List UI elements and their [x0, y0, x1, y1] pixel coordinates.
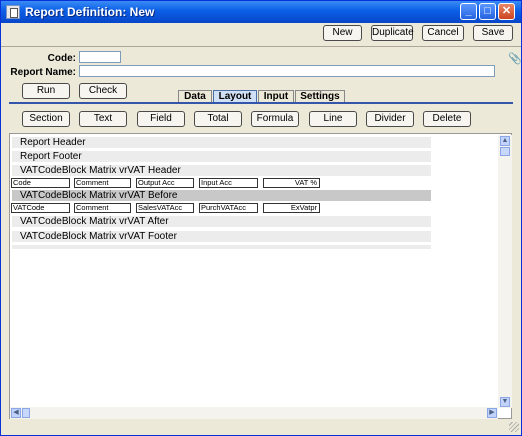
report-name-field[interactable]: [79, 65, 495, 77]
band-matrix-header[interactable]: VATCodeBlock Matrix vrVAT Header: [12, 165, 431, 176]
delete-button[interactable]: Delete: [423, 111, 471, 127]
scroll-left-icon[interactable]: ◀: [11, 408, 21, 418]
text-button[interactable]: Text: [79, 111, 127, 127]
field-box[interactable]: VAT %: [263, 178, 320, 188]
horizontal-scrollbar[interactable]: ◀ ▶: [10, 407, 498, 419]
band-spacer: [12, 245, 431, 249]
close-button[interactable]: ✕: [498, 3, 515, 20]
vertical-scroll-thumb[interactable]: [500, 147, 510, 156]
band-matrix-footer[interactable]: VATCodeBlock Matrix vrVAT Footer: [12, 231, 431, 242]
formula-button[interactable]: Formula: [251, 111, 299, 127]
code-label: Code:: [47, 53, 76, 64]
divider-button[interactable]: Divider: [366, 111, 414, 127]
band-matrix-after[interactable]: VATCodeBlock Matrix vrVAT After: [12, 216, 431, 227]
scroll-down-icon[interactable]: ▼: [500, 397, 510, 407]
layout-canvas[interactable]: Report Header Report Footer VATCodeBlock…: [9, 133, 512, 419]
field-box[interactable]: Input Acc: [199, 178, 258, 188]
tab-underline: [9, 102, 513, 104]
field-box[interactable]: ExVatpr: [263, 203, 320, 213]
cancel-button[interactable]: Cancel: [422, 25, 464, 41]
resize-grip-icon[interactable]: [509, 422, 519, 432]
window-title: Report Definition: New: [25, 5, 155, 19]
new-button[interactable]: New: [323, 25, 362, 41]
code-field[interactable]: [79, 51, 121, 63]
run-button[interactable]: Run: [22, 83, 70, 99]
paperclip-icon[interactable]: 📎: [508, 52, 522, 65]
check-button[interactable]: Check: [79, 83, 127, 99]
field-box[interactable]: PurchVATAcc: [199, 203, 258, 213]
band-matrix-before[interactable]: VATCodeBlock Matrix vrVAT Before: [12, 190, 431, 201]
scroll-up-icon[interactable]: ▲: [500, 136, 510, 146]
maximize-button[interactable]: □: [479, 3, 496, 20]
section-button[interactable]: Section: [22, 111, 70, 127]
band-report-footer[interactable]: Report Footer: [12, 151, 431, 162]
document-icon: [6, 5, 20, 19]
band-report-header[interactable]: Report Header: [12, 137, 431, 148]
field-box[interactable]: VATCode: [11, 203, 70, 213]
title-bar[interactable]: Report Definition: New _ □ ✕: [1, 1, 521, 23]
field-box[interactable]: Comment: [74, 203, 131, 213]
vertical-scrollbar[interactable]: ▲ ▼: [498, 135, 512, 408]
field-box[interactable]: Output Acc: [136, 178, 194, 188]
field-button[interactable]: Field: [137, 111, 185, 127]
toolbar-divider: [1, 46, 521, 47]
field-box[interactable]: Code: [11, 178, 70, 188]
report-name-label: Report Name:: [10, 67, 76, 78]
minimize-button[interactable]: _: [460, 3, 477, 20]
field-box[interactable]: SalesVATAcc: [136, 203, 194, 213]
line-button[interactable]: Line: [309, 111, 357, 127]
horizontal-scroll-thumb[interactable]: [22, 408, 30, 418]
toolbar: New Duplicate Cancel Save: [1, 23, 521, 46]
save-button[interactable]: Save: [473, 25, 513, 41]
duplicate-button[interactable]: Duplicate: [371, 25, 414, 41]
field-box[interactable]: Comment: [74, 178, 131, 188]
report-definition-window: Report Definition: New _ □ ✕ New Duplica…: [0, 0, 522, 436]
total-button[interactable]: Total: [194, 111, 242, 127]
scroll-right-icon[interactable]: ▶: [487, 408, 497, 418]
